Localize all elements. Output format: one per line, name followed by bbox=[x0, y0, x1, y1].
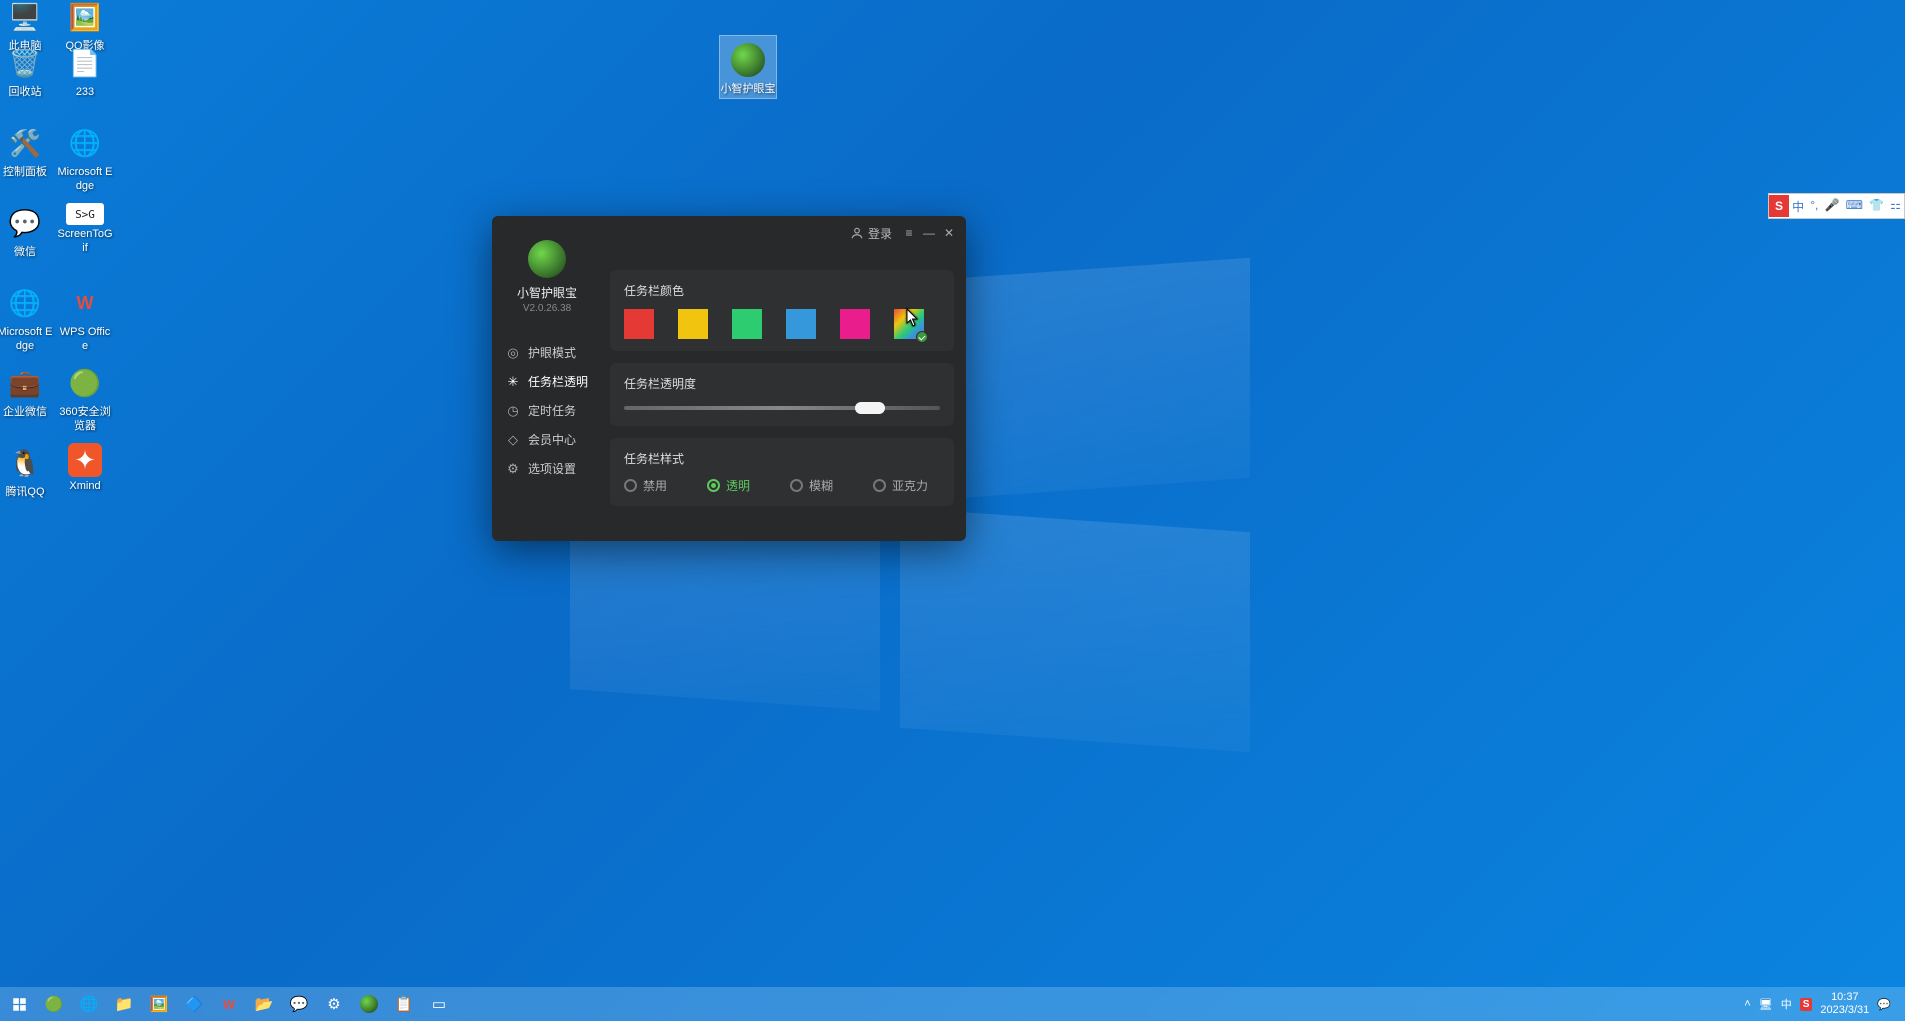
minimize-button[interactable]: — bbox=[920, 224, 938, 242]
desktop-icon-qq[interactable]: 🐧腾讯QQ bbox=[0, 443, 53, 499]
desktop-icon-edge[interactable]: 🌐Microsoft Edge bbox=[57, 123, 113, 193]
desktop-icon-control-panel[interactable]: 🛠️控制面板 bbox=[0, 123, 53, 179]
desktop-icon-wechat[interactable]: 💬微信 bbox=[0, 203, 53, 259]
edge-icon: 🌐 bbox=[65, 123, 105, 163]
panel-title: 任务栏透明度 bbox=[624, 375, 940, 392]
ime-keyboard-icon[interactable]: ⌨ bbox=[1846, 198, 1863, 215]
color-swatch-red[interactable] bbox=[624, 309, 654, 339]
taskbar-app-4[interactable]: 🖼️ bbox=[143, 989, 175, 1019]
control-panel-icon: 🛠️ bbox=[5, 123, 45, 163]
app-name: 小智护眼宝 bbox=[492, 284, 602, 301]
radio-blur[interactable]: 模糊 bbox=[790, 477, 833, 494]
taskbar-app-9[interactable]: ⚙ bbox=[318, 989, 350, 1019]
taskbar-app-2[interactable]: 🌐 bbox=[73, 989, 105, 1019]
color-swatch-custom[interactable] bbox=[894, 309, 924, 339]
sogou-icon[interactable]: S bbox=[1769, 195, 1789, 217]
ime-skin-icon[interactable]: 👕 bbox=[1869, 198, 1884, 215]
wechat-icon: 💬 bbox=[5, 203, 45, 243]
menu-icon[interactable]: ≡ bbox=[900, 224, 918, 242]
tray-monitor-icon[interactable]: 🖥 bbox=[1759, 998, 1773, 1011]
desktop-icon-edge2[interactable]: 🌐Microsoft Edge bbox=[0, 283, 53, 353]
qq-icon: 🐧 bbox=[5, 443, 45, 483]
close-button[interactable]: ✕ bbox=[940, 224, 958, 242]
taskbar-app-3[interactable]: 📁 bbox=[108, 989, 140, 1019]
edge-icon: 🌐 bbox=[5, 283, 45, 323]
desktop-icon-recycle[interactable]: 🗑️回收站 bbox=[0, 43, 53, 99]
tray-chevron-icon[interactable]: ˄ bbox=[1744, 998, 1750, 1010]
tray-clock[interactable]: 10:37 2023/3/31 bbox=[1820, 991, 1869, 1017]
tray-ime-lang[interactable]: 中 bbox=[1781, 996, 1792, 1012]
taskbar-app-6[interactable]: W bbox=[213, 989, 245, 1019]
color-swatch-blue[interactable] bbox=[786, 309, 816, 339]
tray-sogou-icon[interactable]: S bbox=[1800, 998, 1813, 1011]
panel-taskbar-opacity: 任务栏透明度 bbox=[610, 363, 954, 426]
panel-taskbar-color: 任务栏颜色 bbox=[610, 270, 954, 351]
nav-timer[interactable]: ◷定时任务 bbox=[502, 396, 602, 425]
taskbar-app-10[interactable] bbox=[353, 989, 385, 1019]
tray-notifications-icon[interactable]: 💬 bbox=[1877, 998, 1891, 1011]
wps-icon: W bbox=[65, 283, 105, 323]
desktop-icon-xmind[interactable]: ✦Xmind bbox=[57, 443, 113, 493]
panel-title: 任务栏颜色 bbox=[624, 282, 940, 299]
taskbar-app-5[interactable]: 🔷 bbox=[178, 989, 210, 1019]
ime-lang[interactable]: 中 bbox=[1792, 198, 1804, 215]
desktop-icon-360browser[interactable]: 🟢360安全浏览器 bbox=[57, 363, 113, 433]
user-icon[interactable] bbox=[848, 224, 866, 242]
desktop-icon-enterprise-wechat[interactable]: 💼企业微信 bbox=[0, 363, 53, 419]
login-button[interactable]: 登录 bbox=[868, 225, 892, 242]
enterprise-wechat-icon: 💼 bbox=[5, 363, 45, 403]
radio-disable[interactable]: 禁用 bbox=[624, 477, 667, 494]
sparkle-icon: ✳ bbox=[506, 375, 520, 389]
clock-icon: ◷ bbox=[506, 404, 520, 418]
opacity-slider[interactable] bbox=[624, 402, 940, 414]
taskbar-app-11[interactable]: 📋 bbox=[388, 989, 420, 1019]
diamond-icon: ◇ bbox=[506, 433, 520, 447]
ime-toolbar[interactable]: S 中 °, 🎤 ⌨ 👕 ⚏ bbox=[1768, 193, 1905, 219]
desktop-icon-screentogif[interactable]: S>GScreenToGif bbox=[57, 203, 113, 255]
gear-icon: ⚙ bbox=[506, 462, 520, 476]
taskbar: 🟢 🌐 📁 🖼️ 🔷 W 📂 💬 ⚙ 📋 ▭ ˄ 🖥 中 S 10:37 202… bbox=[0, 987, 1905, 1021]
nav-taskbar-transparent[interactable]: ✳任务栏透明 bbox=[502, 367, 602, 396]
360-icon: 🟢 bbox=[65, 363, 105, 403]
app-version: V2.0.26.38 bbox=[492, 303, 602, 314]
computer-icon: 🖥️ bbox=[5, 0, 45, 37]
eye-icon: ◎ bbox=[506, 346, 520, 360]
ime-voice-icon[interactable]: 🎤 bbox=[1825, 198, 1840, 215]
image-icon: 🖼️ bbox=[65, 0, 105, 37]
desktop-icon-wps[interactable]: WWPS Office bbox=[57, 283, 113, 353]
ime-toolbox-icon[interactable]: ⚏ bbox=[1890, 198, 1901, 215]
taskbar-app-1[interactable]: 🟢 bbox=[38, 989, 70, 1019]
taskbar-app-12[interactable]: ▭ bbox=[423, 989, 455, 1019]
panel-title: 任务栏样式 bbox=[624, 450, 940, 467]
start-button[interactable] bbox=[3, 989, 35, 1019]
nav-options[interactable]: ⚙选项设置 bbox=[502, 454, 602, 483]
check-icon bbox=[916, 331, 928, 343]
xiaozhi-icon bbox=[728, 40, 768, 80]
color-swatch-magenta[interactable] bbox=[840, 309, 870, 339]
taskbar-app-7[interactable]: 📂 bbox=[248, 989, 280, 1019]
radio-transparent[interactable]: 透明 bbox=[707, 477, 750, 494]
ime-punct-icon[interactable]: °, bbox=[1810, 198, 1818, 215]
color-swatch-yellow[interactable] bbox=[678, 309, 708, 339]
color-swatch-green[interactable] bbox=[732, 309, 762, 339]
xmind-icon: ✦ bbox=[68, 443, 102, 477]
recycle-icon: 🗑️ bbox=[5, 43, 45, 83]
desktop-icon-file[interactable]: 📄233 bbox=[57, 43, 113, 99]
slider-thumb[interactable] bbox=[855, 402, 885, 414]
gif-icon: S>G bbox=[66, 203, 104, 225]
app-logo-icon bbox=[528, 240, 566, 278]
nav-eye-mode[interactable]: ◎护眼模式 bbox=[502, 338, 602, 367]
desktop-icon-xiaozhi[interactable]: 小智护眼宝 bbox=[720, 36, 776, 98]
nav-member[interactable]: ◇会员中心 bbox=[502, 425, 602, 454]
app-window: 登录 ≡ — ✕ 小智护眼宝 V2.0.26.38 ◎护眼模式 ✳任务栏透明 ◷… bbox=[492, 216, 966, 541]
radio-acrylic[interactable]: 亚克力 bbox=[873, 477, 928, 494]
panel-taskbar-style: 任务栏样式 禁用 透明 模糊 亚克力 bbox=[610, 438, 954, 506]
text-file-icon: 📄 bbox=[65, 43, 105, 83]
taskbar-app-8[interactable]: 💬 bbox=[283, 989, 315, 1019]
